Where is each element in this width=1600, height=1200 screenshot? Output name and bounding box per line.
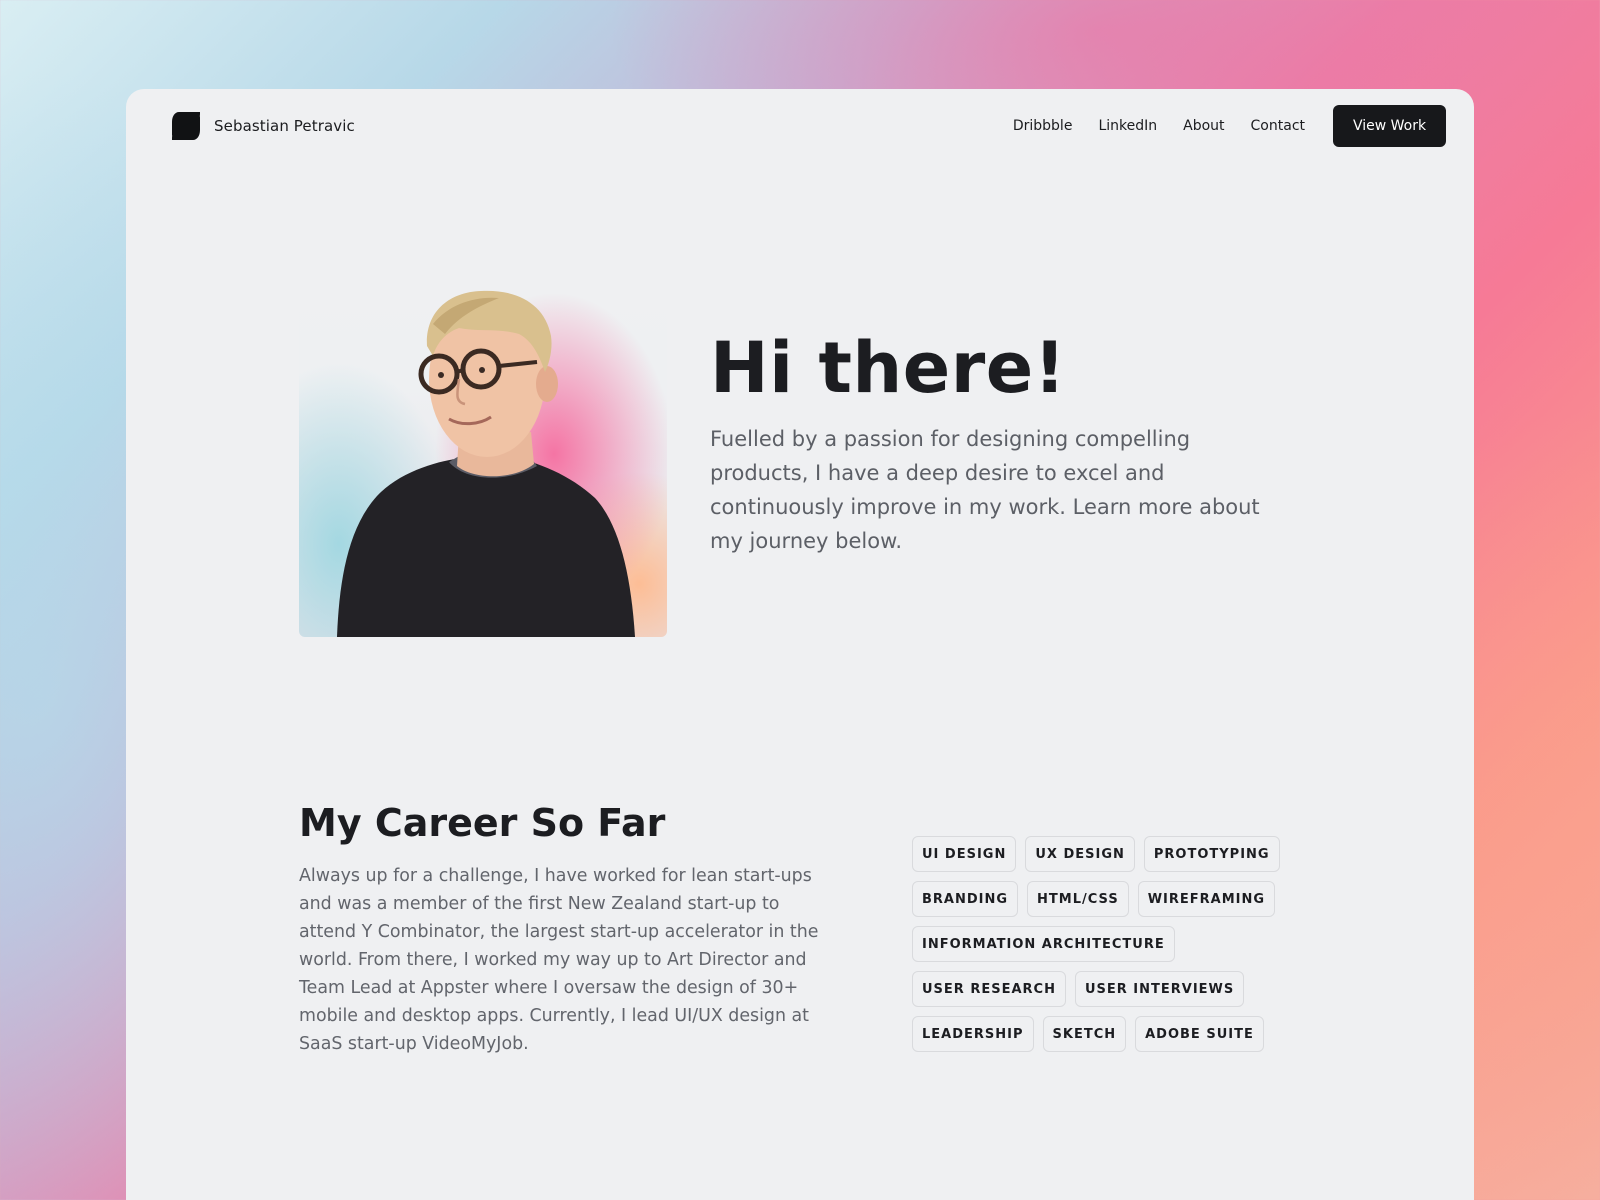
browser-page: Sebastian Petravic Dribbble LinkedIn Abo…: [126, 89, 1474, 1200]
skill-row: BRANDING HTML/CSS WIREFRAMING: [912, 881, 1312, 917]
profile-photo: [299, 284, 667, 637]
brand-name: Sebastian Petravic: [214, 117, 355, 135]
skill-tag-prototyping: PROTOTYPING: [1143, 836, 1280, 872]
skill-tag-information-architecture: INFORMATION ARCHITECTURE: [912, 926, 1175, 962]
skill-row: USER RESEARCH USER INTERVIEWS: [912, 971, 1312, 1007]
s-logo-icon: [172, 112, 200, 140]
portrait-illustration: [337, 290, 635, 637]
top-navigation: Sebastian Petravic Dribbble LinkedIn Abo…: [126, 89, 1474, 163]
nav-link-linkedin[interactable]: LinkedIn: [1098, 118, 1157, 134]
skill-tag-user-interviews: USER INTERVIEWS: [1074, 971, 1245, 1007]
skill-tag-user-research: USER RESEARCH: [912, 971, 1066, 1007]
career-title: My Career So Far: [299, 801, 666, 845]
skill-tag-ui-design: UI DESIGN: [912, 836, 1017, 872]
nav-link-about[interactable]: About: [1183, 118, 1224, 134]
hero-description: Fuelled by a passion for designing compe…: [710, 427, 1260, 553]
skill-tag-wireframing: WIREFRAMING: [1137, 881, 1276, 917]
nav-link-contact[interactable]: Contact: [1251, 118, 1305, 134]
skill-row: UI DESIGN UX DESIGN PROTOTYPING: [912, 836, 1312, 872]
nav-links: Dribbble LinkedIn About Contact View Wor…: [1013, 105, 1446, 147]
career-description: Always up for a challenge, I have worked…: [299, 866, 819, 1054]
skill-tag-adobe-suite: ADOBE SUITE: [1135, 1016, 1264, 1052]
skill-tag-leadership: LEADERSHIP: [912, 1016, 1034, 1052]
hero-title: Hi there!: [710, 327, 1067, 409]
view-work-button[interactable]: View Work: [1333, 105, 1446, 147]
skill-tag-html-css: HTML/CSS: [1027, 881, 1129, 917]
nav-link-dribbble[interactable]: Dribbble: [1013, 118, 1073, 134]
skill-row: LEADERSHIP SKETCH ADOBE SUITE: [912, 1016, 1312, 1052]
brand[interactable]: Sebastian Petravic: [170, 110, 355, 142]
skill-tag-sketch: SKETCH: [1042, 1016, 1127, 1052]
skill-tag-ux-design: UX DESIGN: [1025, 836, 1135, 872]
skill-tag-branding: BRANDING: [912, 881, 1019, 917]
skill-row: INFORMATION ARCHITECTURE: [912, 926, 1312, 962]
skill-tags: UI DESIGN UX DESIGN PROTOTYPING BRANDING…: [912, 836, 1312, 1061]
